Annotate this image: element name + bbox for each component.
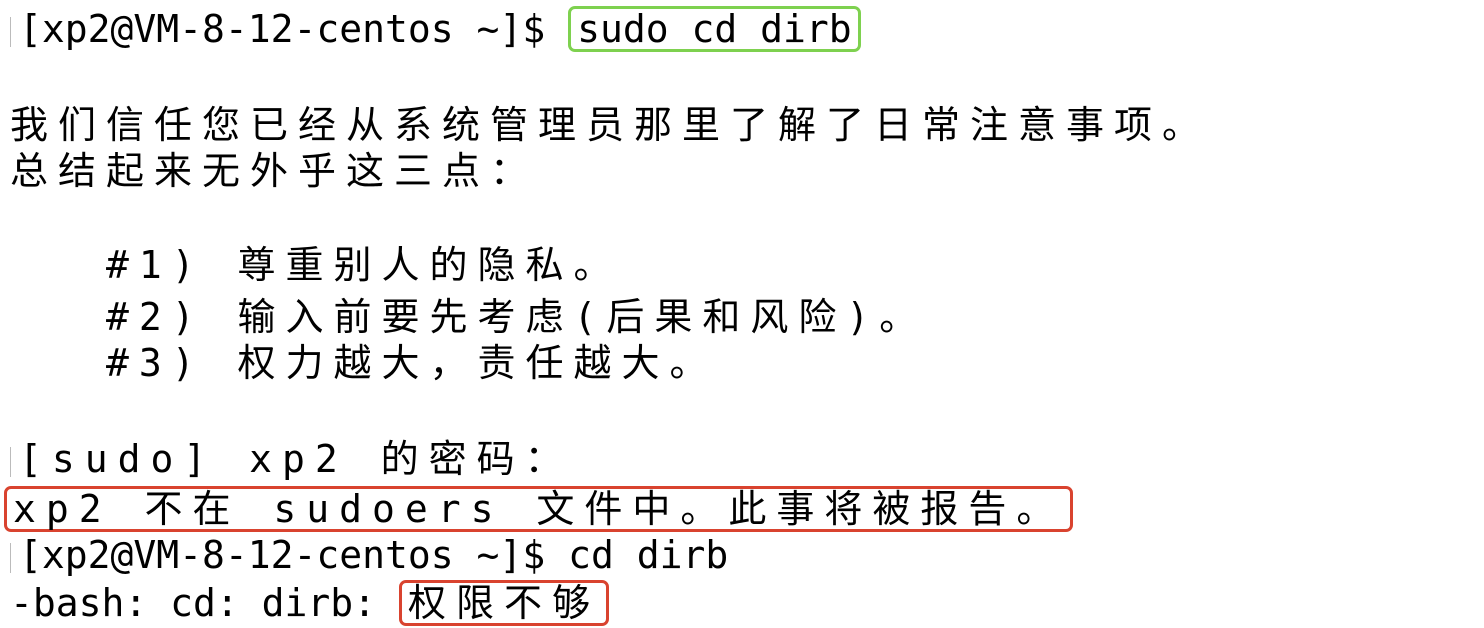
- shell-prompt: [xp2@VM-8-12-centos ~]$: [19, 533, 569, 577]
- password-prompt-text: [sudo] xp2 的密码：: [19, 437, 573, 481]
- sudoers-error-line: xp2 不在 sudoers 文件中。此事将被报告。: [4, 486, 1074, 532]
- line-marker: [10, 16, 17, 47]
- sudo-password-prompt: [sudo] xp2 的密码：: [10, 436, 573, 482]
- line-marker: [10, 446, 17, 477]
- command-text: cd dirb: [568, 533, 729, 577]
- sudo-rule-2: #2) 输入前要先考虑(后果和风险)。: [106, 295, 928, 339]
- terminal-output: [xp2@VM-8-12-centos ~]$ sudo cd dirb 我们信…: [0, 0, 1484, 628]
- terminal-line-prompt-1: [xp2@VM-8-12-centos ~]$ sudo cd dirb: [10, 6, 861, 52]
- sudo-rule-3: #3) 权力越大，责任越大。: [106, 341, 718, 385]
- highlighted-sudoers-error: xp2 不在 sudoers 文件中。此事将被报告。: [4, 486, 1074, 532]
- highlighted-permission-error: 权限不够: [398, 580, 609, 626]
- highlighted-command: sudo cd dirb: [568, 6, 861, 52]
- sudo-lecture-line-2: 总结起来无外乎这三点：: [10, 149, 539, 193]
- shell-prompt: [xp2@VM-8-12-centos ~]$: [19, 7, 569, 51]
- sudo-lecture-line-1: 我们信任您已经从系统管理员那里了解了日常注意事项。: [10, 103, 1211, 147]
- terminal-line-prompt-2: [xp2@VM-8-12-centos ~]$ cd dirb: [10, 532, 728, 578]
- sudo-rule-1: #1) 尊重别人的隐私。: [106, 243, 622, 287]
- bash-error-prefix: -bash: cd: dirb:: [10, 581, 399, 625]
- bash-error-line: -bash: cd: dirb: 权限不够: [10, 580, 609, 626]
- line-marker: [10, 542, 17, 573]
